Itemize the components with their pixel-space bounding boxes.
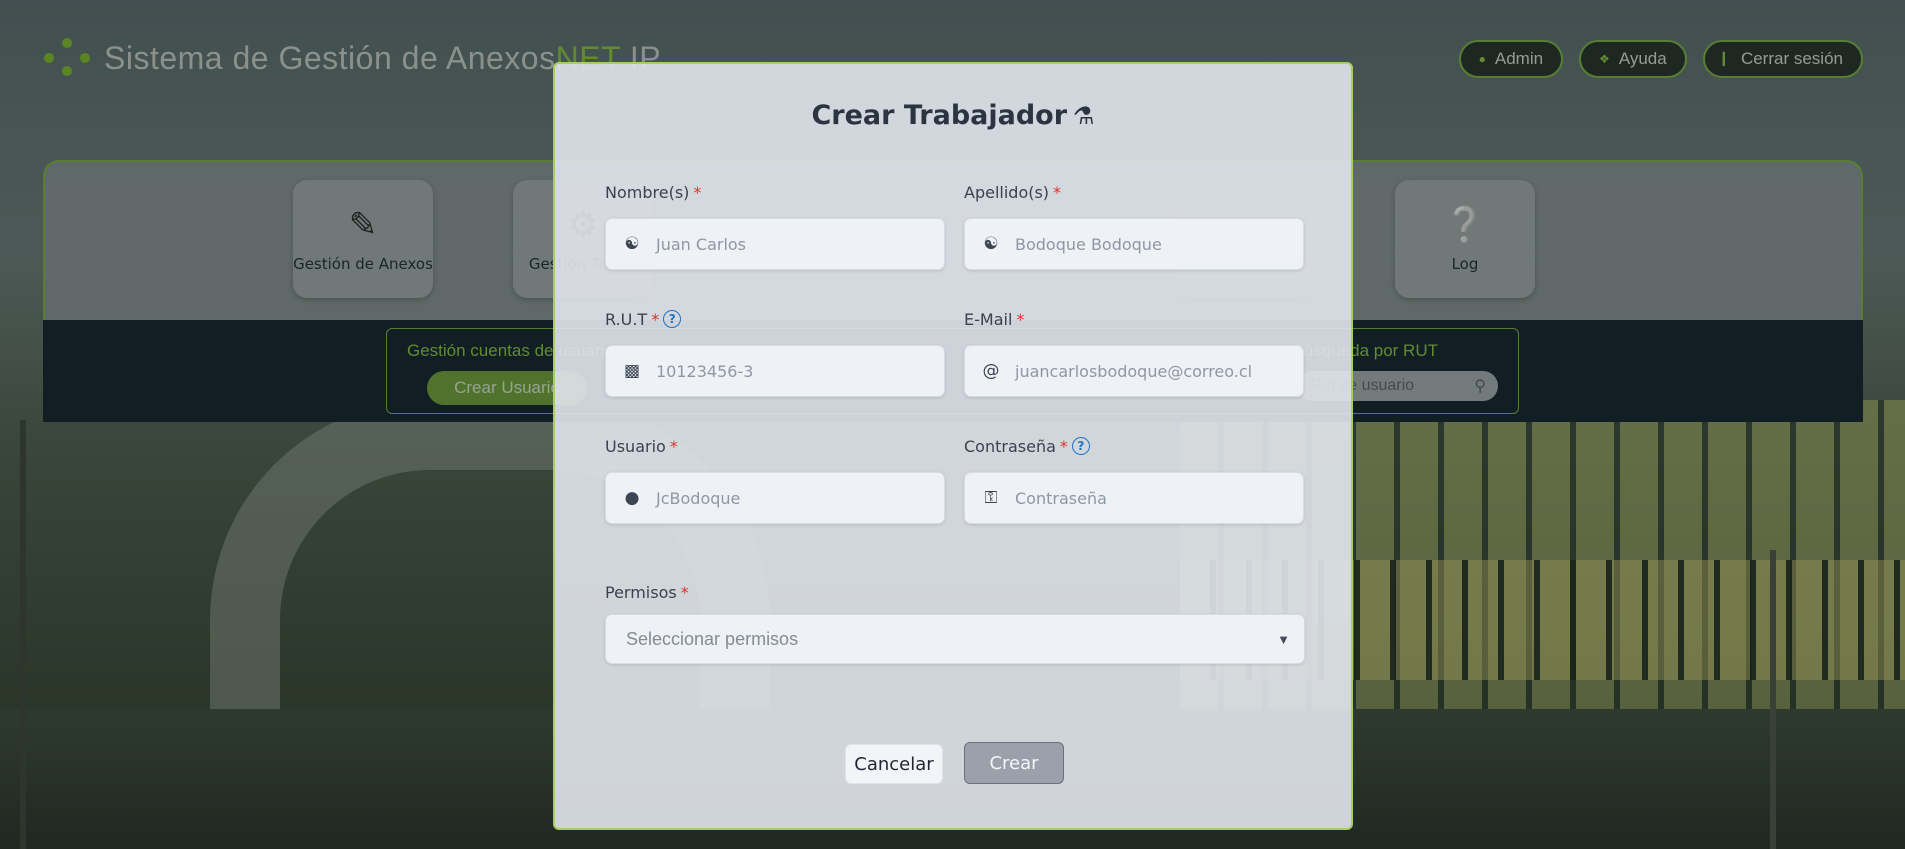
email-label-text: E-Mail (964, 309, 1013, 329)
lock-icon: ⚿ (984, 488, 998, 508)
rut-label: R.U.T * ? (605, 307, 945, 331)
modal-title: Crear Trabajador ⚗ (555, 100, 1351, 131)
contrasena-label-text: Contraseña (964, 436, 1056, 456)
user-secret-icon: ☯ (624, 234, 640, 254)
apellido-label-text: Apellido(s) (964, 182, 1050, 202)
contrasena-label: Contraseña * ? (964, 434, 1304, 458)
contrasena-placeholder: Contraseña (1015, 488, 1107, 508)
apellido-input[interactable]: ☯ Bodoque Bodoque (964, 218, 1304, 270)
required-mark: * (680, 582, 689, 602)
chevron-down-icon[interactable]: ▼ (1277, 632, 1290, 647)
apellido-label: Apellido(s) * (964, 180, 1304, 204)
apellido-field-group: Apellido(s) * ☯ Bodoque Bodoque (964, 180, 1304, 270)
usuario-field-group: Usuario * ● JcBodoque (605, 434, 945, 524)
user-icon: ● (624, 488, 640, 508)
email-field-group: E-Mail * @ juancarlosbodoque@correo.cl (964, 307, 1304, 397)
id-card-icon: ▩ (623, 361, 641, 381)
required-mark: * (693, 182, 702, 202)
modal-title-text: Crear Trabajador (811, 100, 1068, 131)
cancel-button[interactable]: Cancelar (845, 744, 943, 784)
rut-field-group: R.U.T * ? ▩ 10123456-3 (605, 307, 945, 397)
permisos-field-group: Permisos * (605, 580, 945, 604)
nombre-label: Nombre(s) * (605, 180, 945, 204)
email-label: E-Mail * (964, 307, 1304, 331)
user-secret-icon: ☯ (983, 234, 999, 254)
email-input[interactable]: @ juancarlosbodoque@correo.cl (964, 345, 1304, 397)
rut-placeholder: 10123456-3 (656, 361, 754, 381)
required-mark: * (651, 309, 660, 329)
email-placeholder: juancarlosbodoque@correo.cl (1015, 361, 1253, 381)
usuario-placeholder: JcBodoque (656, 488, 741, 508)
flask-icon: ⚗ (1073, 102, 1095, 130)
nombre-placeholder: Juan Carlos (656, 234, 747, 254)
rut-label-text: R.U.T (605, 309, 648, 329)
nombre-label-text: Nombre(s) (605, 182, 690, 202)
contrasena-input[interactable]: ⚿ Contraseña (964, 472, 1304, 524)
contrasena-help-icon[interactable]: ? (1071, 437, 1090, 455)
rut-help-icon[interactable]: ? (663, 310, 682, 328)
permisos-label-text: Permisos (605, 582, 677, 602)
usuario-label: Usuario * (605, 434, 945, 458)
rut-input[interactable]: ▩ 10123456-3 (605, 345, 945, 397)
apellido-placeholder: Bodoque Bodoque (1015, 234, 1162, 254)
required-mark: * (1059, 436, 1068, 456)
required-mark: * (1053, 182, 1062, 202)
usuario-input[interactable]: ● JcBodoque (605, 472, 945, 524)
permisos-placeholder: Seleccionar permisos (626, 628, 799, 649)
at-icon: @ (982, 361, 1000, 381)
nombre-field-group: Nombre(s) * ☯ Juan Carlos (605, 180, 945, 270)
permisos-label: Permisos * (605, 580, 945, 604)
create-worker-modal: Crear Trabajador ⚗ Nombre(s) * ☯ Juan Carl… (553, 62, 1353, 830)
usuario-label-text: Usuario (605, 436, 666, 456)
contrasena-field-group: Contraseña * ? ⚿ Contraseña (964, 434, 1304, 524)
nombre-input[interactable]: ☯ Juan Carlos (605, 218, 945, 270)
required-mark: * (1016, 309, 1025, 329)
create-button[interactable]: Crear (964, 742, 1064, 784)
required-mark: * (669, 436, 678, 456)
permisos-select[interactable]: Seleccionar permisos ▼ (605, 614, 1305, 664)
